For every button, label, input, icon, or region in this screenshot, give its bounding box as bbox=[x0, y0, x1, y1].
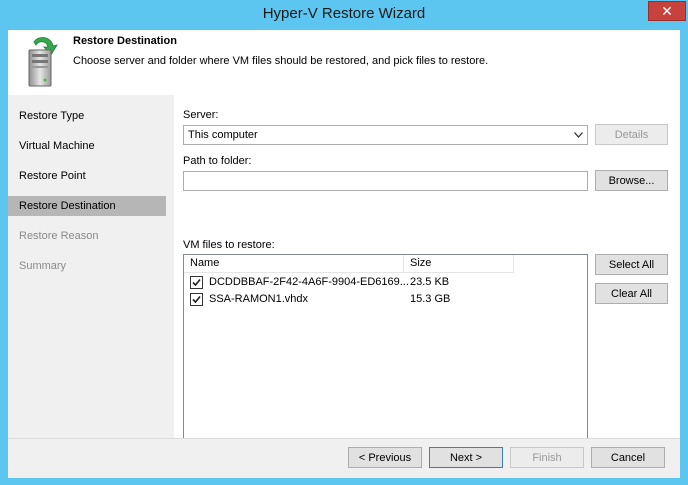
page-subtitle: Choose server and folder where VM files … bbox=[73, 55, 489, 67]
close-button[interactable]: ✕ bbox=[648, 1, 686, 21]
page-title: Restore Destination bbox=[73, 35, 177, 47]
cancel-button[interactable]: Cancel bbox=[591, 447, 665, 468]
path-input[interactable] bbox=[183, 171, 588, 191]
server-restore-icon bbox=[20, 36, 60, 88]
server-label: Server: bbox=[183, 109, 219, 121]
chevron-down-icon[interactable] bbox=[572, 126, 584, 144]
column-header-size[interactable]: Size bbox=[404, 255, 514, 273]
vm-files-list[interactable]: Name Size DCDDBBAF-2F42-4A6F-9904-ED6169… bbox=[183, 254, 588, 455]
step-restore-destination[interactable]: Restore Destination bbox=[8, 196, 166, 216]
table-row[interactable]: SSA-RAMON1.vhdx 15.3 GB bbox=[184, 291, 584, 308]
file-checkbox[interactable] bbox=[190, 293, 203, 306]
select-all-button[interactable]: Select All bbox=[595, 254, 668, 275]
next-button[interactable]: Next > bbox=[429, 447, 503, 468]
step-restore-reason: Restore Reason bbox=[19, 230, 99, 242]
close-icon: ✕ bbox=[661, 2, 673, 19]
clear-all-button[interactable]: Clear All bbox=[595, 283, 668, 304]
main-panel: Server: This computer Details Path to fo… bbox=[174, 95, 680, 455]
file-size: 23.5 KB bbox=[410, 276, 450, 288]
table-row[interactable]: DCDDBBAF-2F42-4A6F-9904-ED6169... 23.5 K… bbox=[184, 274, 584, 291]
wizard-window: Hyper-V Restore Wizard ✕ Restore Destina… bbox=[0, 0, 688, 485]
files-label: VM files to restore: bbox=[183, 239, 275, 251]
file-size: 15.3 GB bbox=[410, 293, 451, 305]
window-title: Hyper-V Restore Wizard bbox=[262, 5, 426, 22]
server-combobox[interactable]: This computer bbox=[183, 125, 588, 145]
details-button[interactable]: Details bbox=[595, 124, 668, 145]
checkmark-icon bbox=[192, 278, 201, 287]
previous-button[interactable]: < Previous bbox=[348, 447, 422, 468]
file-name: SSA-RAMON1.vhdx bbox=[209, 293, 309, 305]
column-header-name[interactable]: Name bbox=[184, 255, 404, 273]
step-virtual-machine[interactable]: Virtual Machine bbox=[8, 136, 166, 156]
path-label: Path to folder: bbox=[183, 155, 252, 167]
finish-button[interactable]: Finish bbox=[510, 447, 584, 468]
wizard-header: Restore Destination Choose server and fo… bbox=[8, 30, 680, 95]
wizard-footer: < Previous Next > Finish Cancel bbox=[8, 438, 680, 478]
browse-button[interactable]: Browse... bbox=[595, 170, 668, 191]
server-combobox-value: This computer bbox=[188, 129, 258, 141]
wizard-steps-sidebar: Restore Type Virtual Machine Restore Poi… bbox=[8, 95, 174, 438]
step-summary: Summary bbox=[19, 260, 67, 272]
title-bar[interactable]: Hyper-V Restore Wizard ✕ bbox=[0, 0, 688, 30]
file-name: DCDDBBAF-2F42-4A6F-9904-ED6169... bbox=[209, 276, 409, 288]
file-checkbox[interactable] bbox=[190, 276, 203, 289]
checkmark-icon bbox=[192, 295, 201, 304]
wizard-client-area: Restore Destination Choose server and fo… bbox=[8, 30, 680, 478]
step-restore-type[interactable]: Restore Type bbox=[8, 106, 166, 126]
step-restore-point[interactable]: Restore Point bbox=[8, 166, 166, 186]
